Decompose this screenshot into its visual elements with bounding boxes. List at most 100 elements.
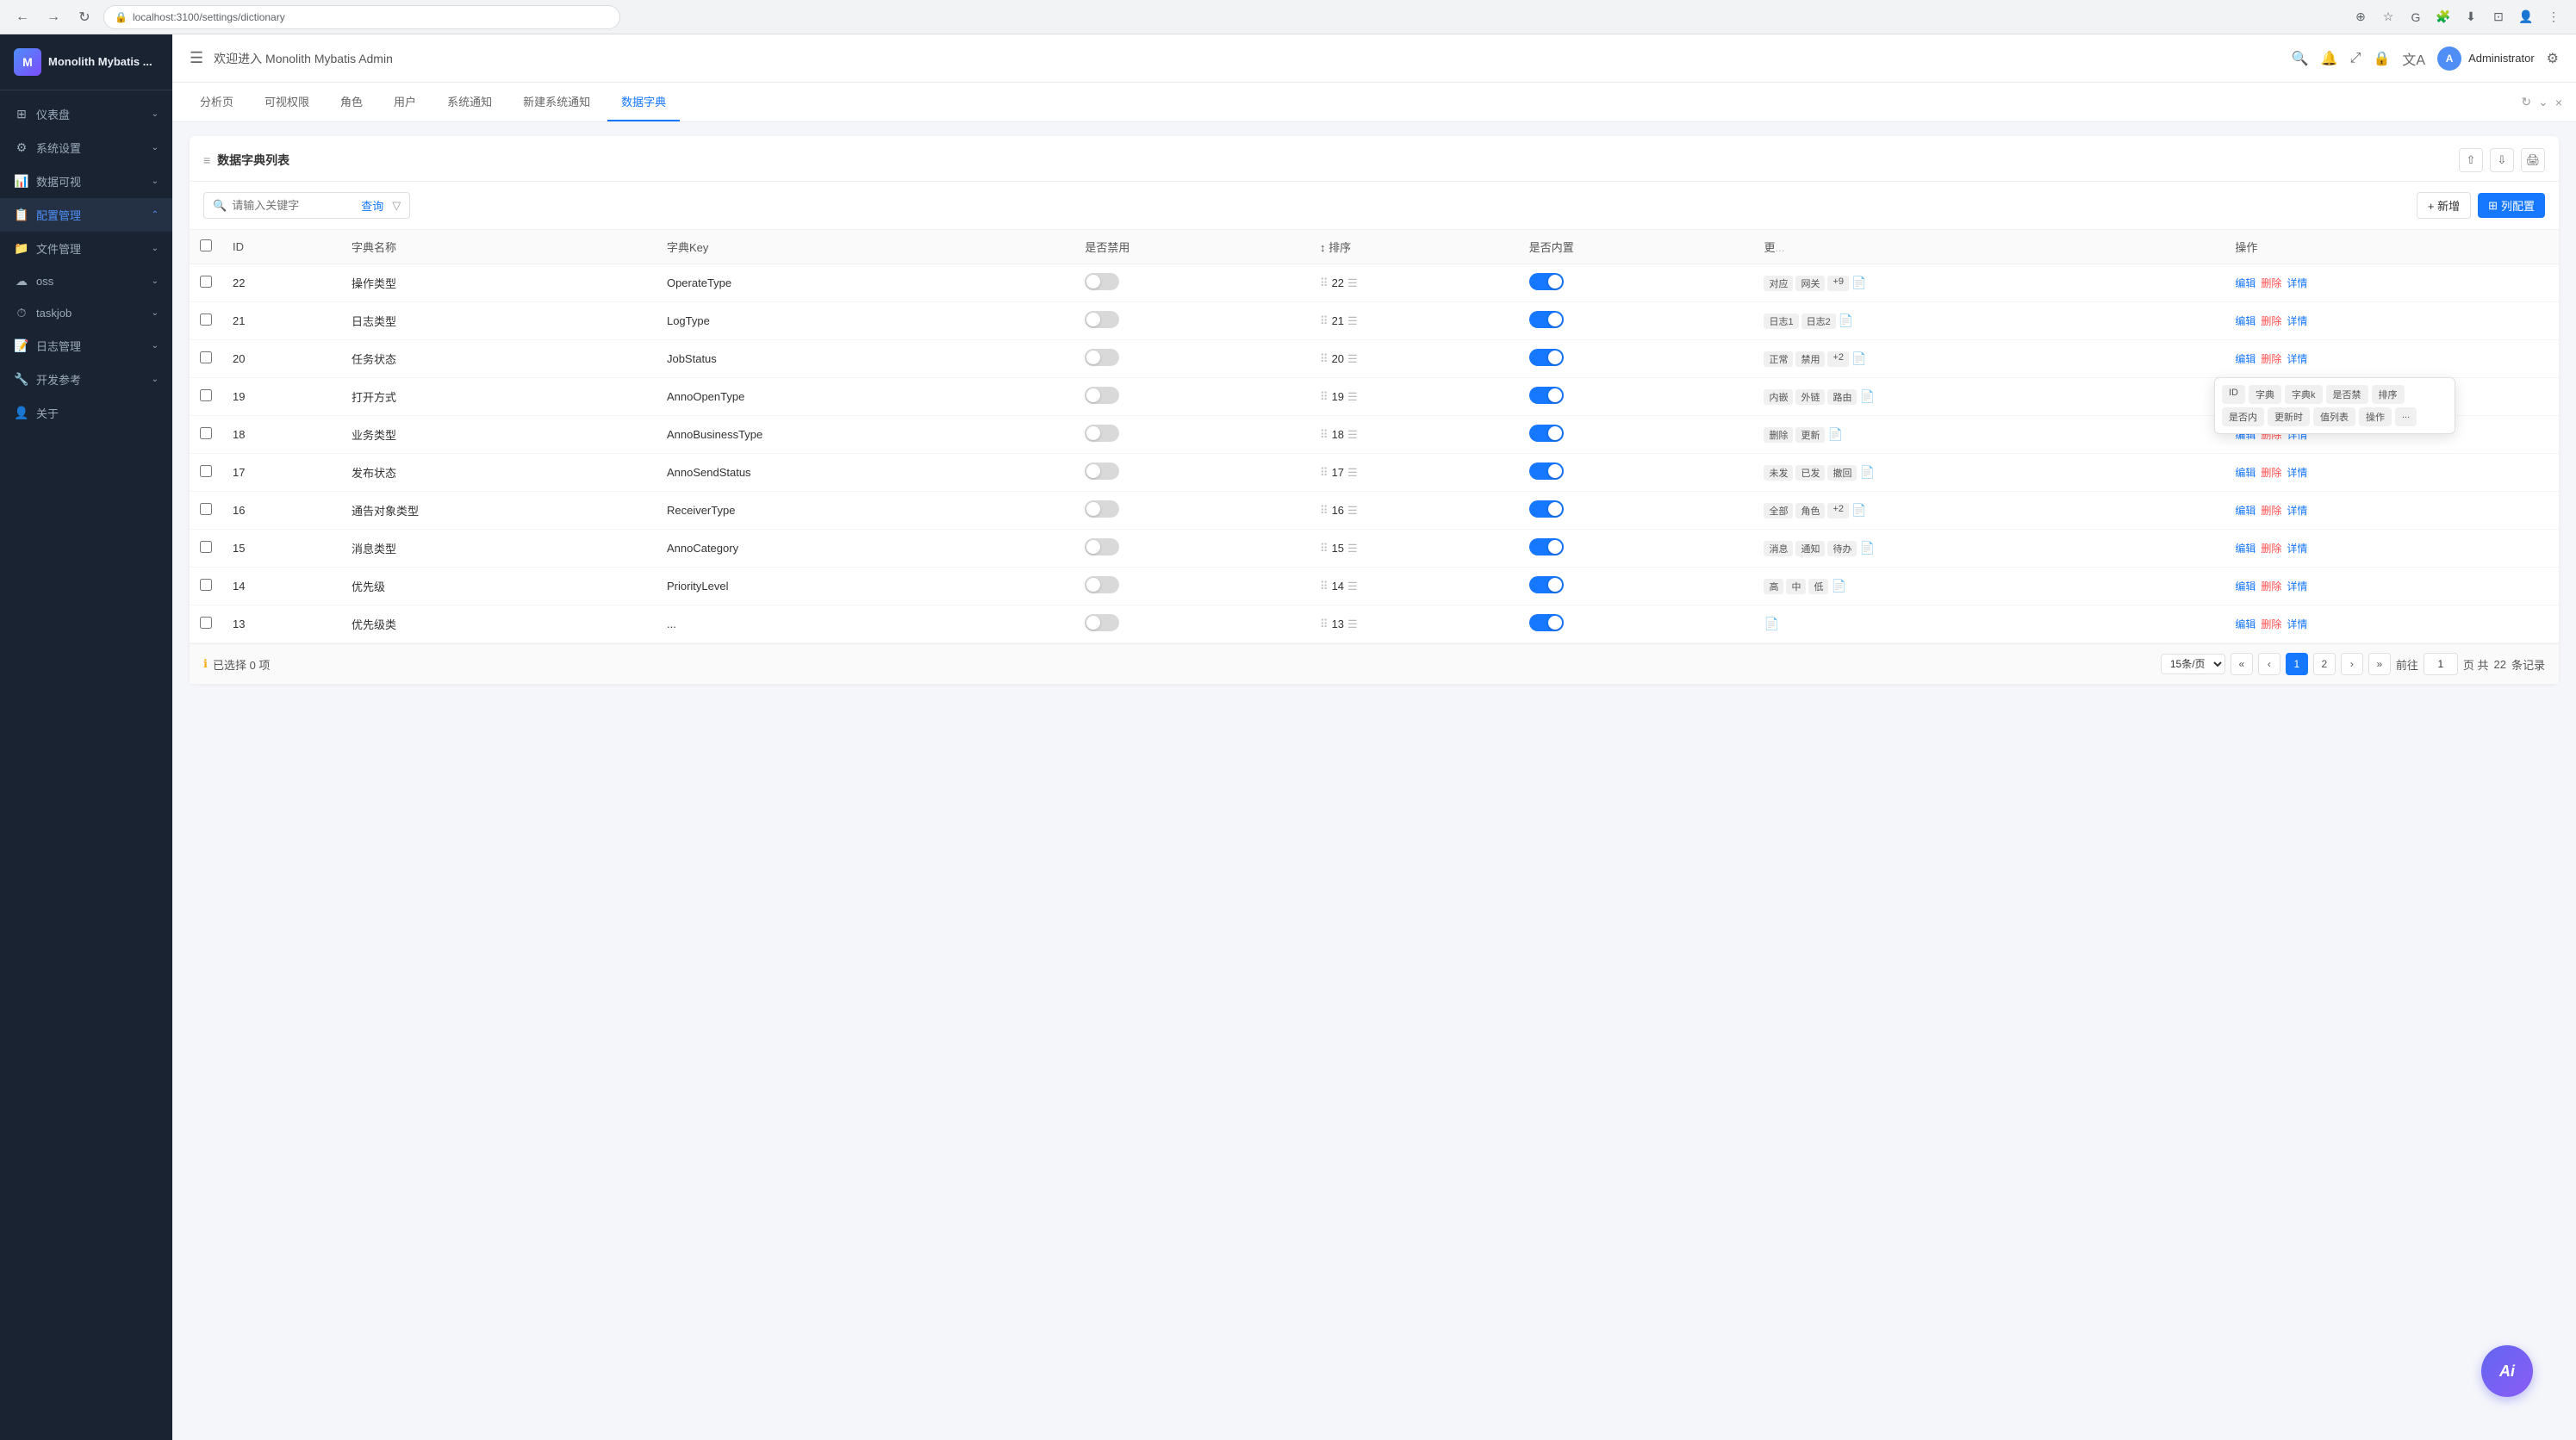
filter-icon[interactable]: ▽ <box>392 199 401 213</box>
page-next-button[interactable]: › <box>2341 653 2363 675</box>
search-button[interactable]: 查询 <box>358 197 387 214</box>
col-chip-actions[interactable]: 操作 <box>2359 407 2392 426</box>
search-input[interactable] <box>232 199 352 212</box>
internal-toggle[interactable] <box>1529 614 1564 631</box>
row-checkbox[interactable] <box>190 454 222 492</box>
sidebar-item-about[interactable]: 👤 关于 <box>0 396 172 430</box>
disabled-toggle[interactable] <box>1085 576 1119 593</box>
header-user[interactable]: A Administrator <box>2437 47 2535 71</box>
sidebar-item-system-settings[interactable]: ⚙ 系统设置 ⌄ <box>0 131 172 164</box>
ai-badge[interactable]: Ai <box>2481 1345 2533 1397</box>
cell-internal[interactable] <box>1519 378 1754 416</box>
cell-internal[interactable] <box>1519 264 1754 302</box>
internal-toggle[interactable] <box>1529 462 1564 480</box>
search-header-icon[interactable]: 🔍 <box>2292 50 2309 67</box>
back-button[interactable]: ← <box>10 5 34 29</box>
cell-internal[interactable] <box>1519 492 1754 530</box>
row-checkbox[interactable] <box>190 340 222 378</box>
disabled-toggle[interactable] <box>1085 387 1119 404</box>
expand-icon[interactable]: 📄 <box>1851 276 1866 291</box>
tab-user[interactable]: 用户 <box>380 83 430 121</box>
profile-icon[interactable]: 👤 <box>2514 5 2538 29</box>
new-button[interactable]: + 新增 <box>2417 192 2471 219</box>
tab-data-dict[interactable]: 数据字典 <box>607 83 680 121</box>
row-checkbox[interactable] <box>190 492 222 530</box>
col-chip-disabled[interactable]: 是否禁 <box>2326 385 2368 404</box>
page-goto-input[interactable] <box>2424 653 2458 675</box>
tab-new-sys-notice[interactable]: 新建系统通知 <box>509 83 604 121</box>
cell-internal[interactable] <box>1519 568 1754 605</box>
row-checkbox[interactable] <box>190 302 222 340</box>
notification-icon[interactable]: 🔔 <box>2321 50 2338 67</box>
col-chip-update[interactable]: 更新时 <box>2268 407 2310 426</box>
drag-handle[interactable]: ⠿ <box>1320 466 1328 479</box>
disabled-toggle[interactable] <box>1085 349 1119 366</box>
expand-icon[interactable]: 📄 <box>1764 617 1778 630</box>
delete-link[interactable]: 删除 <box>2261 465 2281 480</box>
detail-link[interactable]: 详情 <box>2287 351 2307 366</box>
row-checkbox[interactable] <box>190 264 222 302</box>
col-chip-key[interactable]: 字典k <box>2285 385 2323 404</box>
row-checkbox[interactable] <box>190 530 222 568</box>
edit-link[interactable]: 编辑 <box>2235 503 2256 518</box>
disabled-toggle[interactable] <box>1085 273 1119 290</box>
disabled-toggle[interactable] <box>1085 500 1119 518</box>
internal-toggle[interactable] <box>1529 273 1564 290</box>
delete-link[interactable]: 删除 <box>2261 617 2281 631</box>
refresh-button[interactable]: ↻ <box>72 5 96 29</box>
cell-disabled[interactable] <box>1074 340 1310 378</box>
disabled-toggle[interactable] <box>1085 462 1119 480</box>
menu-toggle-button[interactable]: ☰ <box>190 49 203 67</box>
sidebar-item-taskjob[interactable]: ⏱ taskjob ⌄ <box>0 297 172 329</box>
expand-icon[interactable]: 📄 <box>1859 389 1874 405</box>
sidebar-logo[interactable]: M Monolith Mybatis ... <box>0 34 172 90</box>
detail-link[interactable]: 详情 <box>2287 465 2307 480</box>
cell-internal[interactable] <box>1519 340 1754 378</box>
sidebar-item-dev-ref[interactable]: 🔧 开发参考 ⌄ <box>0 363 172 396</box>
delete-link[interactable]: 删除 <box>2261 313 2281 328</box>
language-icon[interactable]: 文A <box>2402 48 2425 69</box>
upload-button[interactable]: ⇧ <box>2459 148 2483 172</box>
detail-link[interactable]: 详情 <box>2287 541 2307 556</box>
page-2-button[interactable]: 2 <box>2313 653 2336 675</box>
fullscreen-icon[interactable]: ⤢ <box>2350 51 2361 66</box>
cell-internal[interactable] <box>1519 416 1754 454</box>
sidebar-item-config-mgmt[interactable]: 📋 配置管理 ⌃ <box>0 198 172 232</box>
detail-link[interactable]: 详情 <box>2287 617 2307 631</box>
drag-handle[interactable]: ⠿ <box>1320 428 1328 441</box>
cell-disabled[interactable] <box>1074 416 1310 454</box>
row-checkbox[interactable] <box>190 416 222 454</box>
row-checkbox[interactable] <box>190 568 222 605</box>
forward-button[interactable]: → <box>41 5 65 29</box>
sidebar-item-data-visual[interactable]: 📊 数据可视 ⌄ <box>0 164 172 198</box>
drag-handle[interactable]: ⠿ <box>1320 580 1328 593</box>
internal-toggle[interactable] <box>1529 576 1564 593</box>
drag-handle[interactable]: ⠿ <box>1320 542 1328 555</box>
detail-link[interactable]: 详情 <box>2287 276 2307 290</box>
col-chip-sort[interactable]: 排序 <box>2372 385 2405 404</box>
cell-internal[interactable] <box>1519 530 1754 568</box>
disabled-toggle[interactable] <box>1085 425 1119 442</box>
sidebar-item-oss[interactable]: ☁ oss ⌄ <box>0 265 172 297</box>
disabled-toggle[interactable] <box>1085 614 1119 631</box>
page-1-button[interactable]: 1 <box>2286 653 2308 675</box>
menu-icon[interactable]: ⋮ <box>2542 5 2566 29</box>
drag-handle[interactable]: ⠿ <box>1320 314 1328 327</box>
tab-sys-notice[interactable]: 系统通知 <box>433 83 506 121</box>
row-checkbox[interactable] <box>190 378 222 416</box>
expand-icon[interactable]: 📄 <box>1839 313 1853 329</box>
disabled-toggle[interactable] <box>1085 538 1119 556</box>
cell-disabled[interactable] <box>1074 454 1310 492</box>
delete-link[interactable]: 删除 <box>2261 351 2281 366</box>
edit-link[interactable]: 编辑 <box>2235 276 2256 290</box>
download-button[interactable]: ⇩ <box>2490 148 2514 172</box>
internal-toggle[interactable] <box>1529 538 1564 556</box>
cell-disabled[interactable] <box>1074 378 1310 416</box>
tab-more-icon[interactable]: ⌄ <box>2538 95 2548 109</box>
drag-handle[interactable]: ⠿ <box>1320 276 1328 289</box>
cell-disabled[interactable] <box>1074 530 1310 568</box>
sidebar-item-dashboard[interactable]: ⊞ 仪表盘 ⌄ <box>0 97 172 131</box>
tab-role[interactable]: 角色 <box>327 83 376 121</box>
download-icon[interactable]: ⬇ <box>2459 5 2483 29</box>
tab-visual-perm[interactable]: 可视权限 <box>251 83 323 121</box>
